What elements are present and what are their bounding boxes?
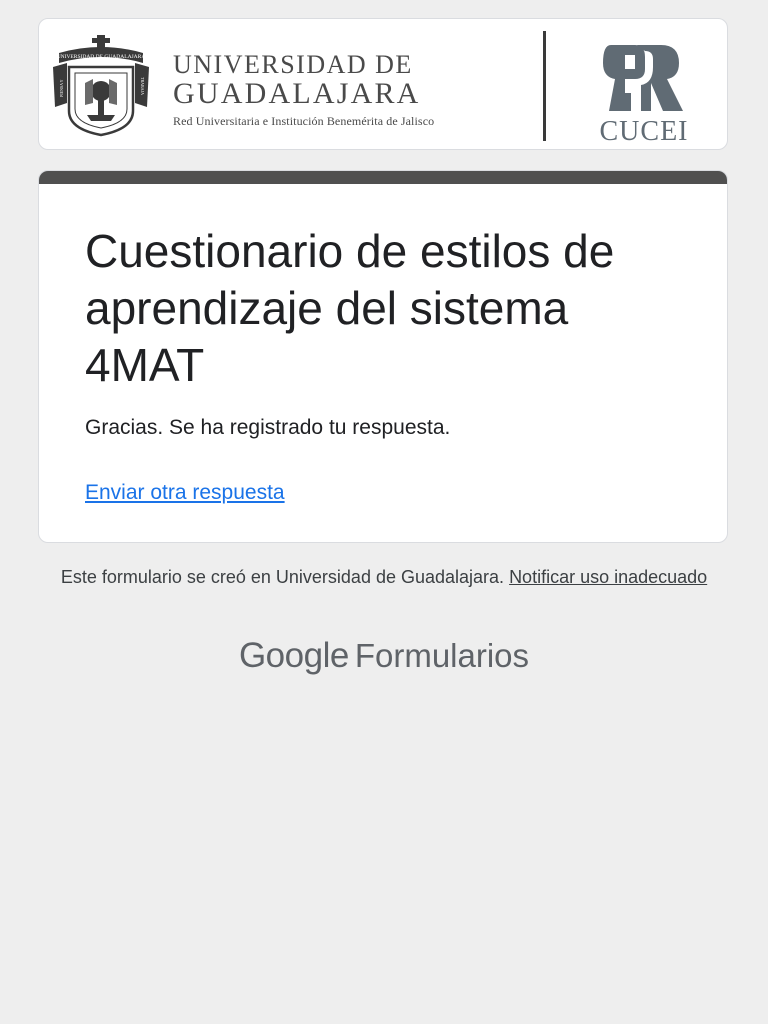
footer-note: Este formulario se creó en Universidad d… <box>40 566 728 588</box>
svg-text:PIENSA Y: PIENSA Y <box>59 79 64 97</box>
svg-text:TRABAJA: TRABAJA <box>140 77 145 95</box>
university-name-line2: GUADALAJARA <box>173 77 421 110</box>
udg-seal-logo: UNIVERSIDAD DE GUADALAJARA PIENSA Y TRAB… <box>53 35 149 137</box>
report-abuse-link[interactable]: Notificar uso inadecuado <box>509 567 707 587</box>
cucei-logo-icon <box>603 45 683 111</box>
google-forms-brand[interactable]: Google Formularios <box>0 636 768 676</box>
google-wordmark: Google <box>238 636 349 675</box>
confirmation-message: Gracias. Se ha registrado tu respuesta. <box>85 416 451 439</box>
form-created-in-text: Este formulario se creó en Universidad d… <box>60 567 505 587</box>
campus-name: CUCEI <box>599 116 689 147</box>
header-divider <box>543 31 546 141</box>
university-name-line1: UNIVERSIDAD DE <box>173 50 413 79</box>
product-name: Formularios <box>354 637 530 674</box>
university-tagline: Red Universitaria e Institución Beneméri… <box>173 114 435 128</box>
form-title: Cuestionario de estilos de aprendizaje d… <box>85 225 615 391</box>
university-name: UNIVERSIDAD DE GUADALAJARA Red Universit… <box>173 51 503 129</box>
submit-another-response-link[interactable]: Enviar otra respuesta <box>85 479 285 507</box>
confirmation-card: Cuestionario de estilos de aprendizaje d… <box>38 170 728 543</box>
svg-text:UNIVERSIDAD DE GUADALAJARA: UNIVERSIDAD DE GUADALAJARA <box>57 54 146 60</box>
header-banner: UNIVERSIDAD DE GUADALAJARA PIENSA Y TRAB… <box>38 18 728 150</box>
card-accent-bar <box>39 171 727 184</box>
